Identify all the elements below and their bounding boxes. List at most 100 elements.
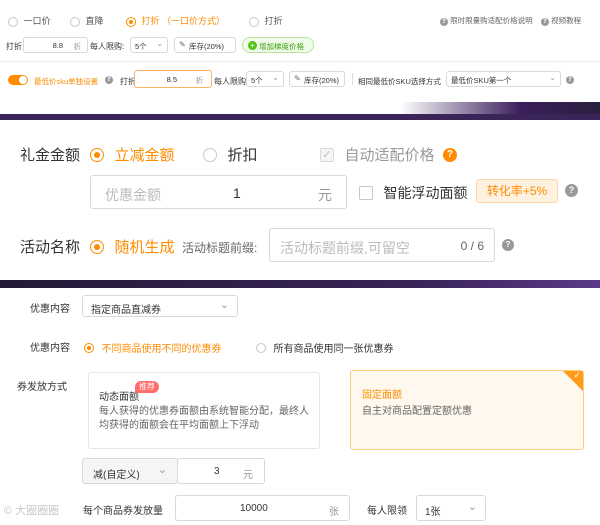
- title-prefix-placeholder: 活动标题前缀,可留空: [280, 240, 410, 256]
- divider: [352, 73, 353, 85]
- per-limit-label: 每人限领: [367, 506, 407, 517]
- auto-price-label: 自动适配价格: [344, 147, 435, 164]
- amount-input[interactable]: 优惠金额 1 元: [90, 175, 347, 209]
- issue-qty-label: 每个商品券发放量: [83, 506, 163, 517]
- fixed-amount-title: 固定面额: [362, 390, 402, 401]
- issue-qty-value: 10000: [240, 503, 268, 514]
- add-ladder-price-button[interactable]: + 增加梯度价格: [242, 37, 314, 53]
- min-sku-row: 最低价sku单独设置 ? 打折 8.5 折 每人限购 5个 ⌄ ✎ 库存(20%…: [0, 62, 600, 102]
- row2-stock-button-label: 库存(20%): [304, 76, 340, 85]
- video-tutorial-label: 视频教程: [551, 16, 582, 25]
- smart-float-checkbox[interactable]: 智能浮动面额: [359, 183, 467, 203]
- row2-discount-input[interactable]: 8.5 折: [134, 70, 212, 88]
- radio-diff-coupons-dot[interactable]: [84, 342, 94, 353]
- radio-same-coupon[interactable]: 所有商品使用同一张优惠券: [256, 339, 393, 357]
- radio-random-label: 随机生成: [114, 239, 175, 256]
- chevron-down-icon: ⌄: [549, 73, 556, 82]
- limit-select[interactable]: 5个 ⌄: [130, 37, 168, 53]
- help-price-link[interactable]: ? 限时限量购适配价格说明: [440, 15, 533, 26]
- radio-reduce-amount[interactable]: 立减金额: [90, 144, 174, 165]
- radio-discount-label: 打折: [264, 16, 283, 26]
- conversion-badge: 转化率+5%: [476, 179, 558, 203]
- radio-diff-coupons[interactable]: 不同商品使用不同的优惠券: [84, 339, 221, 357]
- row2-limit-select-value: 5个: [251, 76, 263, 85]
- row2-discount-value: 8.5: [166, 75, 177, 84]
- watermark-text: 大圈圈圈: [15, 505, 60, 517]
- radio-same-coupon-label: 所有商品使用同一张优惠券: [273, 344, 394, 356]
- discount-unit: 折: [73, 42, 82, 51]
- chevron-down-icon: ⌄: [157, 464, 167, 476]
- video-tutorial-link[interactable]: ? 视频教程: [541, 15, 581, 26]
- help-price-label: 限时限量购适配价格说明: [450, 16, 533, 25]
- radio-direct-reduce-label: 直降: [85, 16, 104, 26]
- row2-limit-select[interactable]: 5个 ⌄: [246, 71, 284, 87]
- chevron-down-icon: ⌄: [272, 73, 279, 82]
- reduce-value: 3: [214, 466, 220, 477]
- plus-circle-icon: +: [248, 41, 257, 50]
- radio-discount-one-price[interactable]: 打折 （一口价方式）: [126, 14, 225, 27]
- separator-band-2: [0, 280, 600, 288]
- help-icon: ?: [502, 239, 514, 251]
- radio-diff-coupons-label: 不同商品使用不同的优惠券: [101, 344, 222, 356]
- same-sku-label: 相同最低价SKU选择方式: [358, 77, 441, 86]
- recommend-tag: 推荐: [135, 381, 159, 393]
- watermark: © 大圈圈圈: [4, 502, 59, 518]
- top-panel: 一口价 直降 打折 （一口价方式） 打折 ? 限时限量购适配价格说明 ? 视频教…: [0, 0, 600, 62]
- radio-same-coupon-dot[interactable]: [256, 342, 266, 353]
- conversion-badge-label: 转化率+5%: [486, 184, 548, 198]
- dynamic-amount-card[interactable]: 动态面额 推荐 每人获得的优惠券面额由系统智能分配，最终人均获得的面额会在平均面…: [88, 372, 320, 449]
- help-icon: ?: [442, 147, 457, 162]
- discount-input[interactable]: 8.8 折: [23, 37, 88, 53]
- radio-reduce-amount-label: 立减金额: [114, 147, 175, 164]
- reduce-type-select[interactable]: 减(自定义) ⌄: [82, 458, 178, 484]
- coupon-content-select-value: 指定商品直减券: [91, 305, 161, 316]
- radio-discount-one-price-label: 打折 （一口价方式）: [141, 16, 226, 26]
- reduce-value-input[interactable]: 3 元: [177, 458, 265, 484]
- amount-unit: 元: [318, 187, 332, 203]
- radio-random[interactable]: 随机生成: [90, 236, 174, 257]
- min-sku-toggle-label: 最低价sku单独设置: [34, 77, 99, 86]
- issue-qty-unit: 张: [329, 507, 339, 518]
- issue-method-label: 券发放方式: [17, 382, 67, 393]
- radio-direct-reduce-dot[interactable]: [70, 16, 80, 27]
- chevron-down-icon: ⌄: [467, 501, 477, 513]
- checkbox-box[interactable]: [359, 186, 373, 200]
- activity-name-label: 活动名称: [20, 239, 81, 256]
- amount-value: 1: [233, 185, 241, 201]
- same-sku-select[interactable]: 最低价SKU第一个 ⌄: [446, 71, 561, 87]
- radio-discount[interactable]: 打折: [249, 14, 283, 27]
- radio-discount-one-price-dot[interactable]: [126, 16, 136, 27]
- check-icon: ✓: [320, 147, 334, 162]
- radio-one-price[interactable]: 一口价: [8, 14, 51, 27]
- fixed-amount-card[interactable]: 固定面额 自主对商品配置定额优惠 ✓: [350, 370, 584, 450]
- per-limit-select[interactable]: 1张 ⌄: [416, 495, 486, 521]
- issue-qty-input[interactable]: 10000 张: [175, 495, 350, 521]
- edit-icon: ✎: [294, 74, 301, 83]
- min-sku-toggle[interactable]: [8, 75, 28, 85]
- radio-reduce-amount-dot[interactable]: [90, 147, 104, 162]
- per-limit-select-value: 1张: [425, 507, 441, 518]
- amount-placeholder: 优惠金额: [105, 187, 161, 203]
- limit-select-value: 5个: [135, 42, 147, 51]
- row2-discount-unit: 折: [195, 76, 204, 85]
- coupon-content-select[interactable]: 指定商品直减券 ⌄: [82, 295, 238, 317]
- radio-one-price-label: 一口价: [23, 16, 51, 26]
- radio-one-price-dot[interactable]: [8, 16, 18, 27]
- reduce-type-select-value: 减(自定义): [93, 470, 140, 481]
- dynamic-amount-desc: 每人获得的优惠券面额由系统智能分配，最终人均获得的面额会在平均面额上下浮动: [99, 406, 309, 431]
- radio-discount-dot[interactable]: [249, 16, 259, 27]
- add-ladder-price-label: 增加梯度价格: [259, 42, 304, 51]
- auto-price-checkbox[interactable]: ✓ 自动适配价格 ?: [320, 144, 457, 165]
- reduce-unit: 元: [243, 470, 253, 481]
- title-prefix-input[interactable]: 活动标题前缀,可留空 0 / 6: [269, 228, 495, 262]
- radio-discount-option[interactable]: 折扣: [203, 144, 257, 165]
- limit-label: 每人限购:: [90, 42, 125, 51]
- same-sku-select-value: 最低价SKU第一个: [451, 76, 512, 85]
- radio-random-dot[interactable]: [90, 239, 104, 254]
- stock-button[interactable]: ✎ 库存(20%): [174, 37, 236, 53]
- radio-direct-reduce[interactable]: 直降: [70, 14, 104, 27]
- title-prefix-count: 0 / 6: [460, 239, 484, 253]
- row2-stock-button[interactable]: ✎ 库存(20%): [289, 71, 345, 87]
- dynamic-amount-title: 动态面额: [99, 392, 139, 403]
- radio-discount-option-dot[interactable]: [203, 147, 217, 162]
